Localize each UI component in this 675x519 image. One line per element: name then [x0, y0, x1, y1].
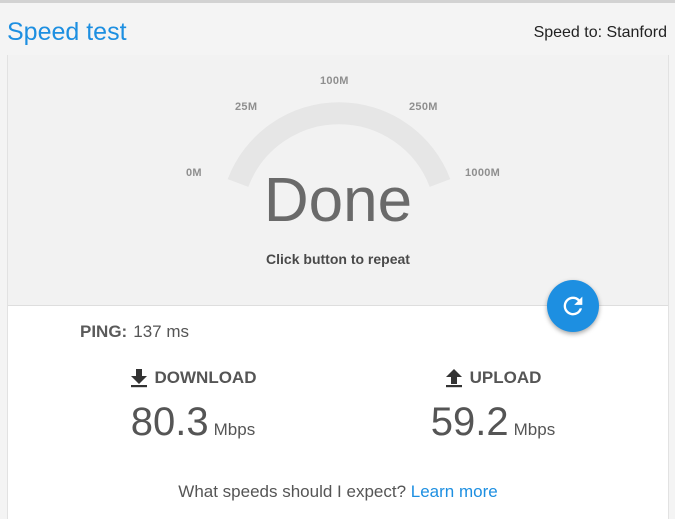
gauge-tick: 250M: [409, 101, 438, 113]
page-title: Speed test: [7, 18, 127, 46]
gauge-tick: 100M: [320, 75, 349, 87]
speed-test-card: 0M 25M 100M 250M 1000M Done Click button…: [7, 55, 669, 519]
gauge-panel: 0M 25M 100M 250M 1000M Done Click button…: [8, 55, 668, 306]
ping-value: 137 ms: [133, 322, 189, 341]
header: Speed test Speed to: Stanford: [0, 3, 675, 53]
download-unit: Mbps: [213, 420, 256, 439]
upload-metric: UPLOAD 59.2 Mbps: [368, 368, 618, 445]
expectations-line: What speeds should I expect? Learn more: [8, 482, 668, 502]
upload-value: 59.2: [430, 400, 509, 444]
download-icon: [130, 369, 147, 388]
expectations-question: What speeds should I expect?: [178, 482, 407, 501]
gauge-tick: 25M: [235, 101, 258, 113]
ping-label: PING:: [80, 322, 128, 341]
download-value: 80.3: [130, 400, 209, 444]
upload-icon: [445, 369, 462, 388]
refresh-icon: [563, 296, 583, 316]
repeat-hint: Click button to repeat: [266, 251, 410, 267]
download-metric: DOWNLOAD 80.3 Mbps: [68, 368, 318, 445]
download-label: DOWNLOAD: [154, 368, 257, 387]
speed-to-server[interactable]: Speed to: Stanford: [534, 24, 667, 42]
status-text: Done: [263, 166, 413, 235]
ping-readout: PING: 137 ms: [80, 322, 189, 342]
repeat-test-button[interactable]: [547, 280, 599, 332]
upload-label: UPLOAD: [469, 368, 542, 387]
upload-unit: Mbps: [513, 420, 556, 439]
learn-more-link[interactable]: Learn more: [411, 482, 498, 501]
